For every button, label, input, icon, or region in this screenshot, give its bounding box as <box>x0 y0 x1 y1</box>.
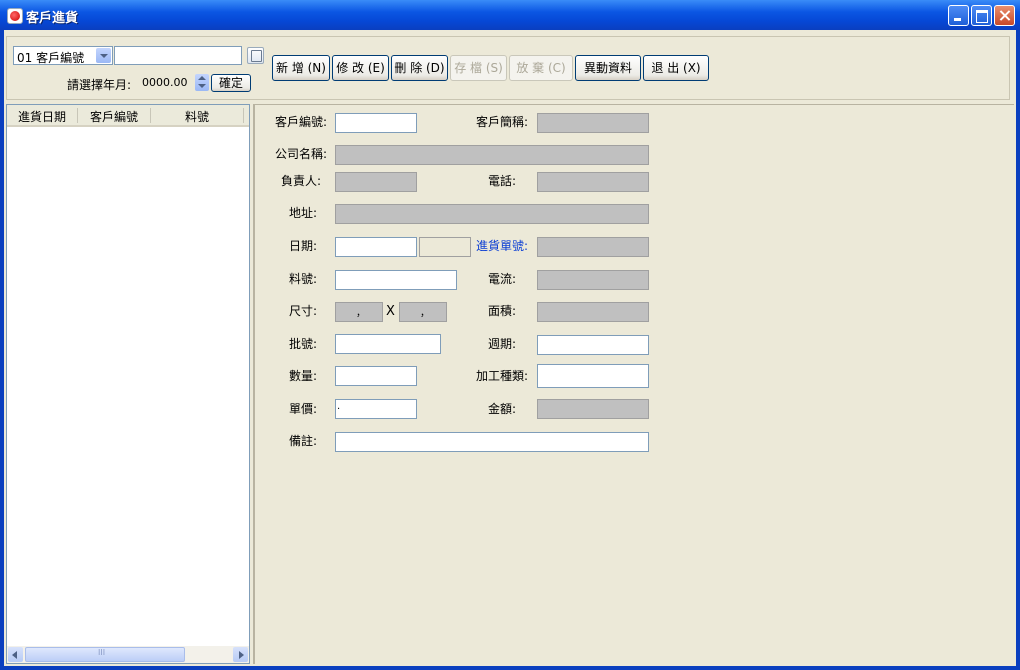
size-height-value: ， <box>420 308 430 319</box>
customer-id-label: 客戶編號: <box>275 115 328 129</box>
qty-label: 數量: <box>289 369 318 383</box>
amount-label: 金額: <box>488 402 517 416</box>
area-field <box>537 302 649 322</box>
window-title: 客戶進貨 <box>26 11 79 26</box>
search-input[interactable] <box>114 46 242 65</box>
current-field <box>537 270 649 290</box>
delete-button[interactable]: 刪 除 (D) <box>391 55 448 81</box>
minimize-icon[interactable] <box>948 5 969 26</box>
qty-field[interactable] <box>335 366 417 386</box>
maximize-icon[interactable] <box>971 5 992 26</box>
owner-field <box>335 172 417 192</box>
field-select[interactable]: 01 客戶編號 <box>13 46 113 65</box>
scroll-right-icon[interactable] <box>233 647 248 662</box>
horizontal-scrollbar[interactable]: III <box>7 646 249 663</box>
current-label: 電流: <box>488 272 517 286</box>
date-label: 日期: <box>289 239 318 253</box>
field-select-value: 01 客戶編號 <box>17 51 85 65</box>
list-header: 進貨日期 客戶編號 料號 <box>7 105 249 127</box>
client-area: 01 客戶編號 請選擇年月: 0000.00 確定 新 增 (N) 修 改 (E… <box>4 30 1016 666</box>
receipt-list[interactable]: 進貨日期 客戶編號 料號 III <box>6 104 250 664</box>
price-field[interactable]: . <box>335 399 417 419</box>
price-label: 單價: <box>289 402 318 416</box>
cycle-label: 週期: <box>488 337 517 351</box>
app-icon <box>7 8 23 24</box>
price-value: . <box>337 401 341 412</box>
batch-field[interactable] <box>335 334 441 354</box>
address-field <box>335 204 649 224</box>
toolbar: 01 客戶編號 請選擇年月: 0000.00 確定 新 增 (N) 修 改 (E… <box>6 36 1010 100</box>
phone-label: 電話: <box>488 174 517 188</box>
confirm-button[interactable]: 確定 <box>211 74 251 92</box>
search-icon[interactable] <box>247 47 264 64</box>
company-field <box>335 145 649 165</box>
date-extra-field <box>419 237 471 257</box>
process-label: 加工種類: <box>476 369 529 383</box>
column-header-customer[interactable]: 客戶編號 <box>78 108 150 125</box>
part-no-label: 料號: <box>289 272 318 286</box>
spinner-icon[interactable] <box>195 74 209 91</box>
size-width-value: ， <box>356 308 366 319</box>
column-divider[interactable] <box>243 108 244 123</box>
changes-button[interactable]: 異動資料 <box>575 55 641 81</box>
part-no-field[interactable] <box>335 270 457 290</box>
cycle-field[interactable] <box>537 335 649 355</box>
process-field[interactable] <box>537 364 649 388</box>
address-label: 地址: <box>289 206 318 220</box>
size-height-field: ， <box>399 302 447 322</box>
add-button[interactable]: 新 增 (N) <box>272 55 330 81</box>
amount-field <box>537 399 649 419</box>
batch-label: 批號: <box>289 337 318 351</box>
chevron-down-icon[interactable] <box>96 48 111 63</box>
size-width-field: ， <box>335 302 383 322</box>
receipt-no-label[interactable]: 進貨單號: <box>476 237 528 254</box>
remark-field[interactable] <box>335 432 649 452</box>
detail-form: 客戶編號: 客戶簡稱: 公司名稱: 負責人: 電話: 地址: 日期: 進貨單號:… <box>253 104 1014 664</box>
scroll-thumb[interactable]: III <box>25 647 185 662</box>
owner-label: 負責人: <box>281 174 322 188</box>
title-bar[interactable]: 客戶進貨 <box>0 0 1020 30</box>
year-month-input[interactable]: 0000.00 <box>142 76 188 89</box>
exit-button[interactable]: 退 出 (X) <box>643 55 709 81</box>
column-header-date[interactable]: 進貨日期 <box>7 108 77 125</box>
customer-short-field <box>537 113 649 133</box>
scroll-left-icon[interactable] <box>8 647 23 662</box>
column-header-part[interactable]: 料號 <box>151 108 243 125</box>
customer-id-field[interactable] <box>335 113 417 133</box>
edit-button[interactable]: 修 改 (E) <box>332 55 389 81</box>
phone-field <box>537 172 649 192</box>
scroll-grip: III <box>98 648 106 657</box>
save-button[interactable]: 存 檔 (S) <box>450 55 507 81</box>
abandon-button[interactable]: 放 棄 (C) <box>509 55 573 81</box>
size-label: 尺寸: <box>289 304 318 318</box>
size-separator: X <box>386 304 395 319</box>
area-label: 面積: <box>488 304 517 318</box>
company-label: 公司名稱: <box>275 147 328 161</box>
customer-short-label: 客戶簡稱: <box>476 115 529 129</box>
year-month-label: 請選擇年月: <box>67 78 132 92</box>
receipt-no-field <box>537 237 649 257</box>
app-window: 客戶進貨 01 客戶編號 請選擇年月: 0000.00 確定 新 增 (N) 修… <box>0 0 1020 670</box>
close-icon[interactable] <box>994 5 1015 26</box>
date-field[interactable] <box>335 237 417 257</box>
remark-label: 備註: <box>289 434 318 448</box>
